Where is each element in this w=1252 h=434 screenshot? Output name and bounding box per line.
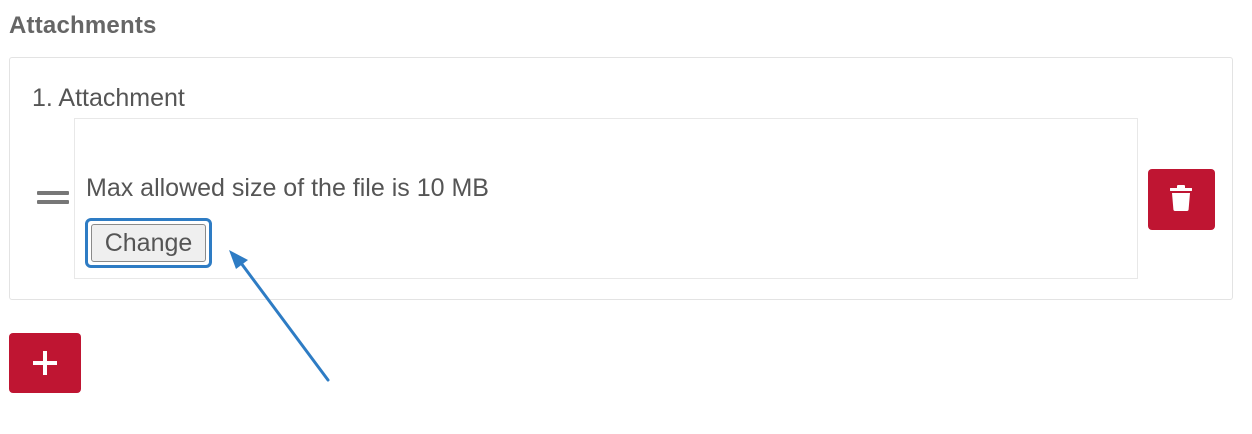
- attachment-label: 1. Attachment: [32, 84, 185, 112]
- file-size-help-text: Max allowed size of the file is 10 MB: [86, 174, 489, 202]
- file-upload-box: Max allowed size of the file is 10 MB Ch…: [74, 118, 1138, 279]
- plus-icon: [33, 351, 57, 375]
- drag-handle-icon[interactable]: [37, 191, 69, 205]
- section-title: Attachments: [9, 12, 157, 39]
- page: Attachments 1. Attachment Max allowed si…: [0, 0, 1252, 434]
- add-attachment-button[interactable]: [9, 333, 81, 393]
- trash-icon: [1170, 185, 1192, 211]
- delete-attachment-button[interactable]: [1148, 169, 1215, 230]
- change-file-button-label: Change: [91, 224, 206, 262]
- change-file-button[interactable]: Change: [85, 218, 212, 268]
- attachments-panel: 1. Attachment Max allowed size of the fi…: [9, 57, 1233, 300]
